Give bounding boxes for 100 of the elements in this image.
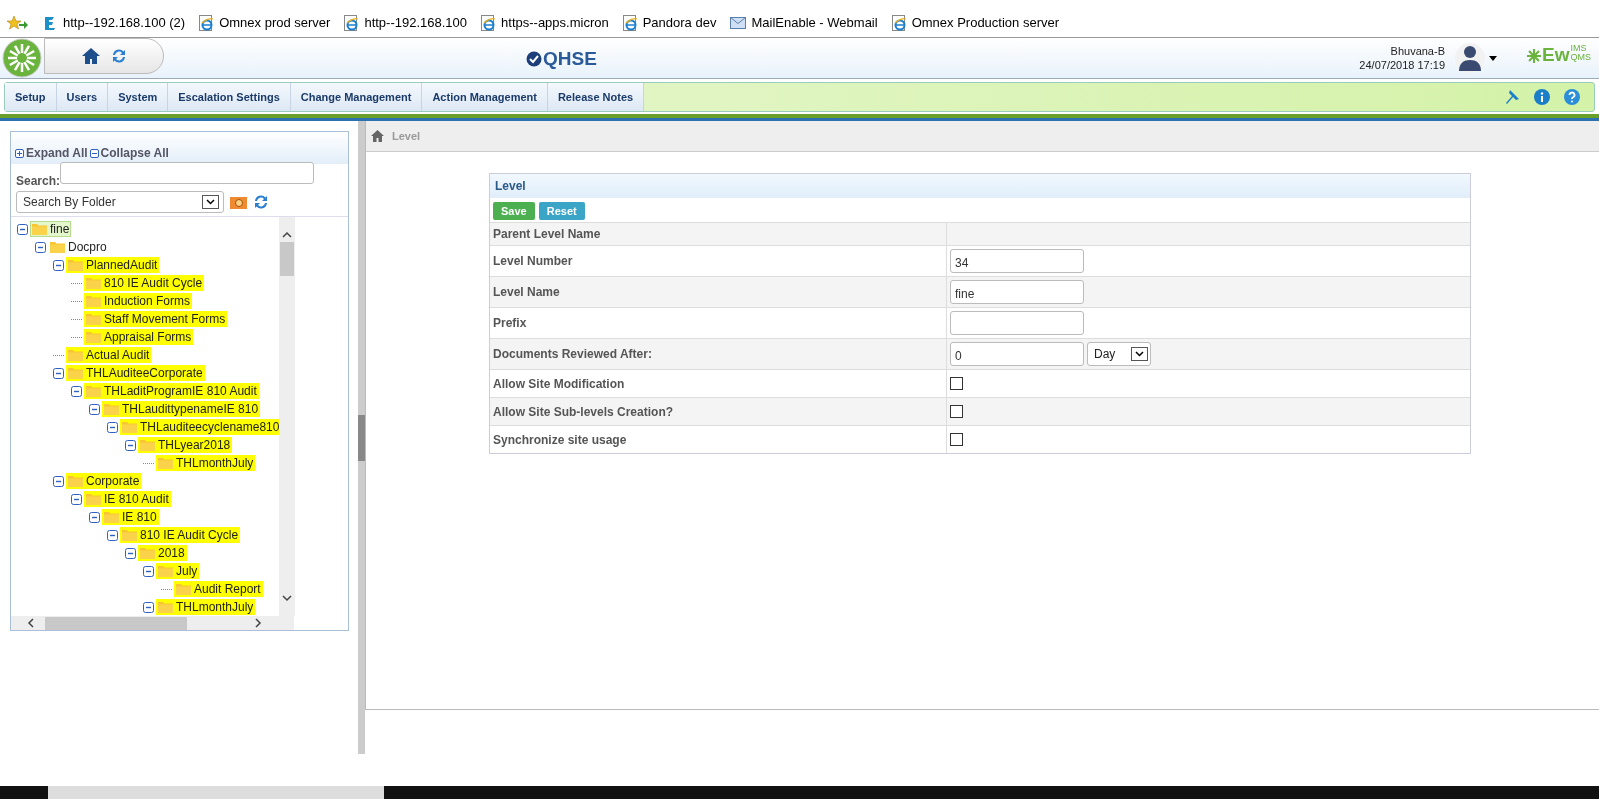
collapse-icon[interactable] <box>89 511 100 523</box>
checkbox[interactable] <box>950 405 963 418</box>
scroll-up-icon[interactable] <box>282 231 292 238</box>
refresh-icon[interactable] <box>111 48 127 64</box>
expand-all-link[interactable]: Expand All <box>15 142 88 164</box>
checkbox[interactable] <box>950 377 963 390</box>
page-e-icon <box>622 14 638 31</box>
menu-item[interactable]: Action Management <box>422 83 548 111</box>
page-e-icon <box>199 14 215 31</box>
tree-item[interactable]: THLauditeecyclename810 <box>120 419 279 435</box>
bookmark-link[interactable]: http--192.168.100 <box>344 14 468 31</box>
menu-item[interactable]: Release Notes <box>547 83 645 111</box>
page-e-icon <box>344 14 360 31</box>
text-field[interactable]: 0 <box>950 342 1084 366</box>
user-avatar-icon[interactable] <box>1455 42 1485 74</box>
scroll-down-icon[interactable] <box>282 595 292 602</box>
search-type-dropdown[interactable]: Search By Folder <box>16 191 224 213</box>
collapse-icon[interactable] <box>143 565 154 577</box>
tree-item[interactable]: IE 810 Audit <box>84 491 171 507</box>
tree-item[interactable]: THLaudittypenameIE 810 <box>102 401 261 417</box>
bookmark-link[interactable]: Pandora dev <box>622 14 717 31</box>
tree-item[interactable]: Corporate <box>66 473 142 489</box>
collapse-icon[interactable] <box>35 241 46 253</box>
collapse-icon[interactable] <box>71 493 82 505</box>
collapse-icon[interactable] <box>125 547 136 559</box>
collapse-all-link[interactable]: Collapse All <box>89 142 169 164</box>
collapse-icon[interactable] <box>107 421 118 433</box>
horizontal-scrollbar[interactable] <box>11 616 294 630</box>
sunburst-logo-icon[interactable] <box>2 38 42 78</box>
folder-icon <box>122 421 137 433</box>
folder-icon <box>86 331 101 343</box>
collapse-icon[interactable] <box>107 529 118 541</box>
tree-item[interactable]: THLaditProgramIE 810 Audit <box>84 383 259 399</box>
tree-item[interactable]: THLyear2018 <box>138 437 233 453</box>
menu-item[interactable]: Setup <box>5 83 57 111</box>
collapse-icon[interactable] <box>53 259 64 271</box>
folder-icon <box>68 259 83 271</box>
menu-item[interactable]: Escalation Settings <box>168 83 291 111</box>
folder-icon <box>122 529 137 541</box>
folder-icon <box>68 349 83 361</box>
favorites-star-icon[interactable] <box>6 14 28 31</box>
tree-item[interactable]: Actual Audit <box>66 347 152 363</box>
scroll-thumb[interactable] <box>280 242 294 276</box>
tree-item[interactable]: THLmonthJuly <box>156 455 256 471</box>
bookmark-link[interactable]: http--192.168.100 (2) <box>42 14 186 31</box>
field-label: Parent Level Name <box>490 223 947 245</box>
collapse-icon[interactable] <box>53 475 64 487</box>
folder-search-icon[interactable] <box>230 195 247 209</box>
tree-item[interactable]: Docpro <box>48 239 109 255</box>
refresh-icon[interactable] <box>253 194 269 210</box>
tree-item[interactable]: fine <box>30 221 72 237</box>
info-icon[interactable] <box>1534 89 1550 105</box>
text-field[interactable]: 34 <box>950 249 1084 273</box>
caret-icon[interactable] <box>1489 55 1497 61</box>
unit-dropdown[interactable]: Day <box>1087 342 1151 366</box>
home-icon[interactable] <box>81 47 101 65</box>
collapse-icon[interactable] <box>143 601 154 613</box>
expand-icon <box>15 148 24 158</box>
folder-icon <box>104 511 119 523</box>
home-icon[interactable] <box>371 130 384 142</box>
checkbox[interactable] <box>950 433 963 446</box>
bookmark-link[interactable]: Omnex prod server <box>199 14 331 31</box>
tree-item[interactable]: Audit Report <box>174 581 263 597</box>
bookmark-link[interactable]: https--apps.micron <box>481 14 609 31</box>
user-name: Bhuvana-B <box>1390 44 1445 58</box>
text-field[interactable] <box>950 311 1084 335</box>
folder-icon <box>68 367 83 379</box>
collapse-icon[interactable] <box>125 439 136 451</box>
folder-icon <box>86 277 101 289</box>
tree-item[interactable]: Staff Movement Forms <box>84 311 228 327</box>
scroll-thumb[interactable] <box>45 616 187 630</box>
tree-item[interactable]: Induction Forms <box>84 293 193 309</box>
vertical-scrollbar[interactable] <box>279 217 295 616</box>
tree-item[interactable]: Appraisal Forms <box>84 329 194 345</box>
menu-item[interactable]: Users <box>56 83 109 111</box>
collapse-icon[interactable] <box>71 385 82 397</box>
folder-icon <box>158 457 173 469</box>
tree-item[interactable]: THLmonthJuly <box>156 599 256 615</box>
tree-item[interactable]: 810 IE Audit Cycle <box>84 275 205 291</box>
tree-item[interactable]: July <box>156 563 200 579</box>
menu-item[interactable]: Change Management <box>290 83 423 111</box>
help-icon[interactable] <box>1564 89 1580 105</box>
collapse-icon[interactable] <box>89 403 100 415</box>
scroll-right-icon[interactable] <box>255 618 262 628</box>
tree-item[interactable]: IE 810 <box>102 509 159 525</box>
tree-item[interactable]: 2018 <box>138 545 187 561</box>
tree-item[interactable]: 810 IE Audit Cycle <box>120 527 241 543</box>
tree-item[interactable]: PlannedAudit <box>66 257 160 273</box>
menu-item[interactable]: System <box>108 83 169 111</box>
search-field[interactable] <box>60 162 315 184</box>
folder-icon <box>158 565 173 577</box>
pin-icon[interactable] <box>1504 89 1520 105</box>
scroll-left-icon[interactable] <box>27 618 34 628</box>
bookmark-link[interactable]: MailEnable - Webmail <box>730 15 878 30</box>
text-field[interactable]: fine <box>950 280 1084 304</box>
collapse-icon[interactable] <box>53 367 64 379</box>
tree-item[interactable]: THLAuditeeCorporate <box>66 365 205 381</box>
bookmark-link[interactable]: Omnex Production server <box>891 14 1060 31</box>
folder-icon <box>176 583 191 595</box>
collapse-icon[interactable] <box>17 223 28 235</box>
